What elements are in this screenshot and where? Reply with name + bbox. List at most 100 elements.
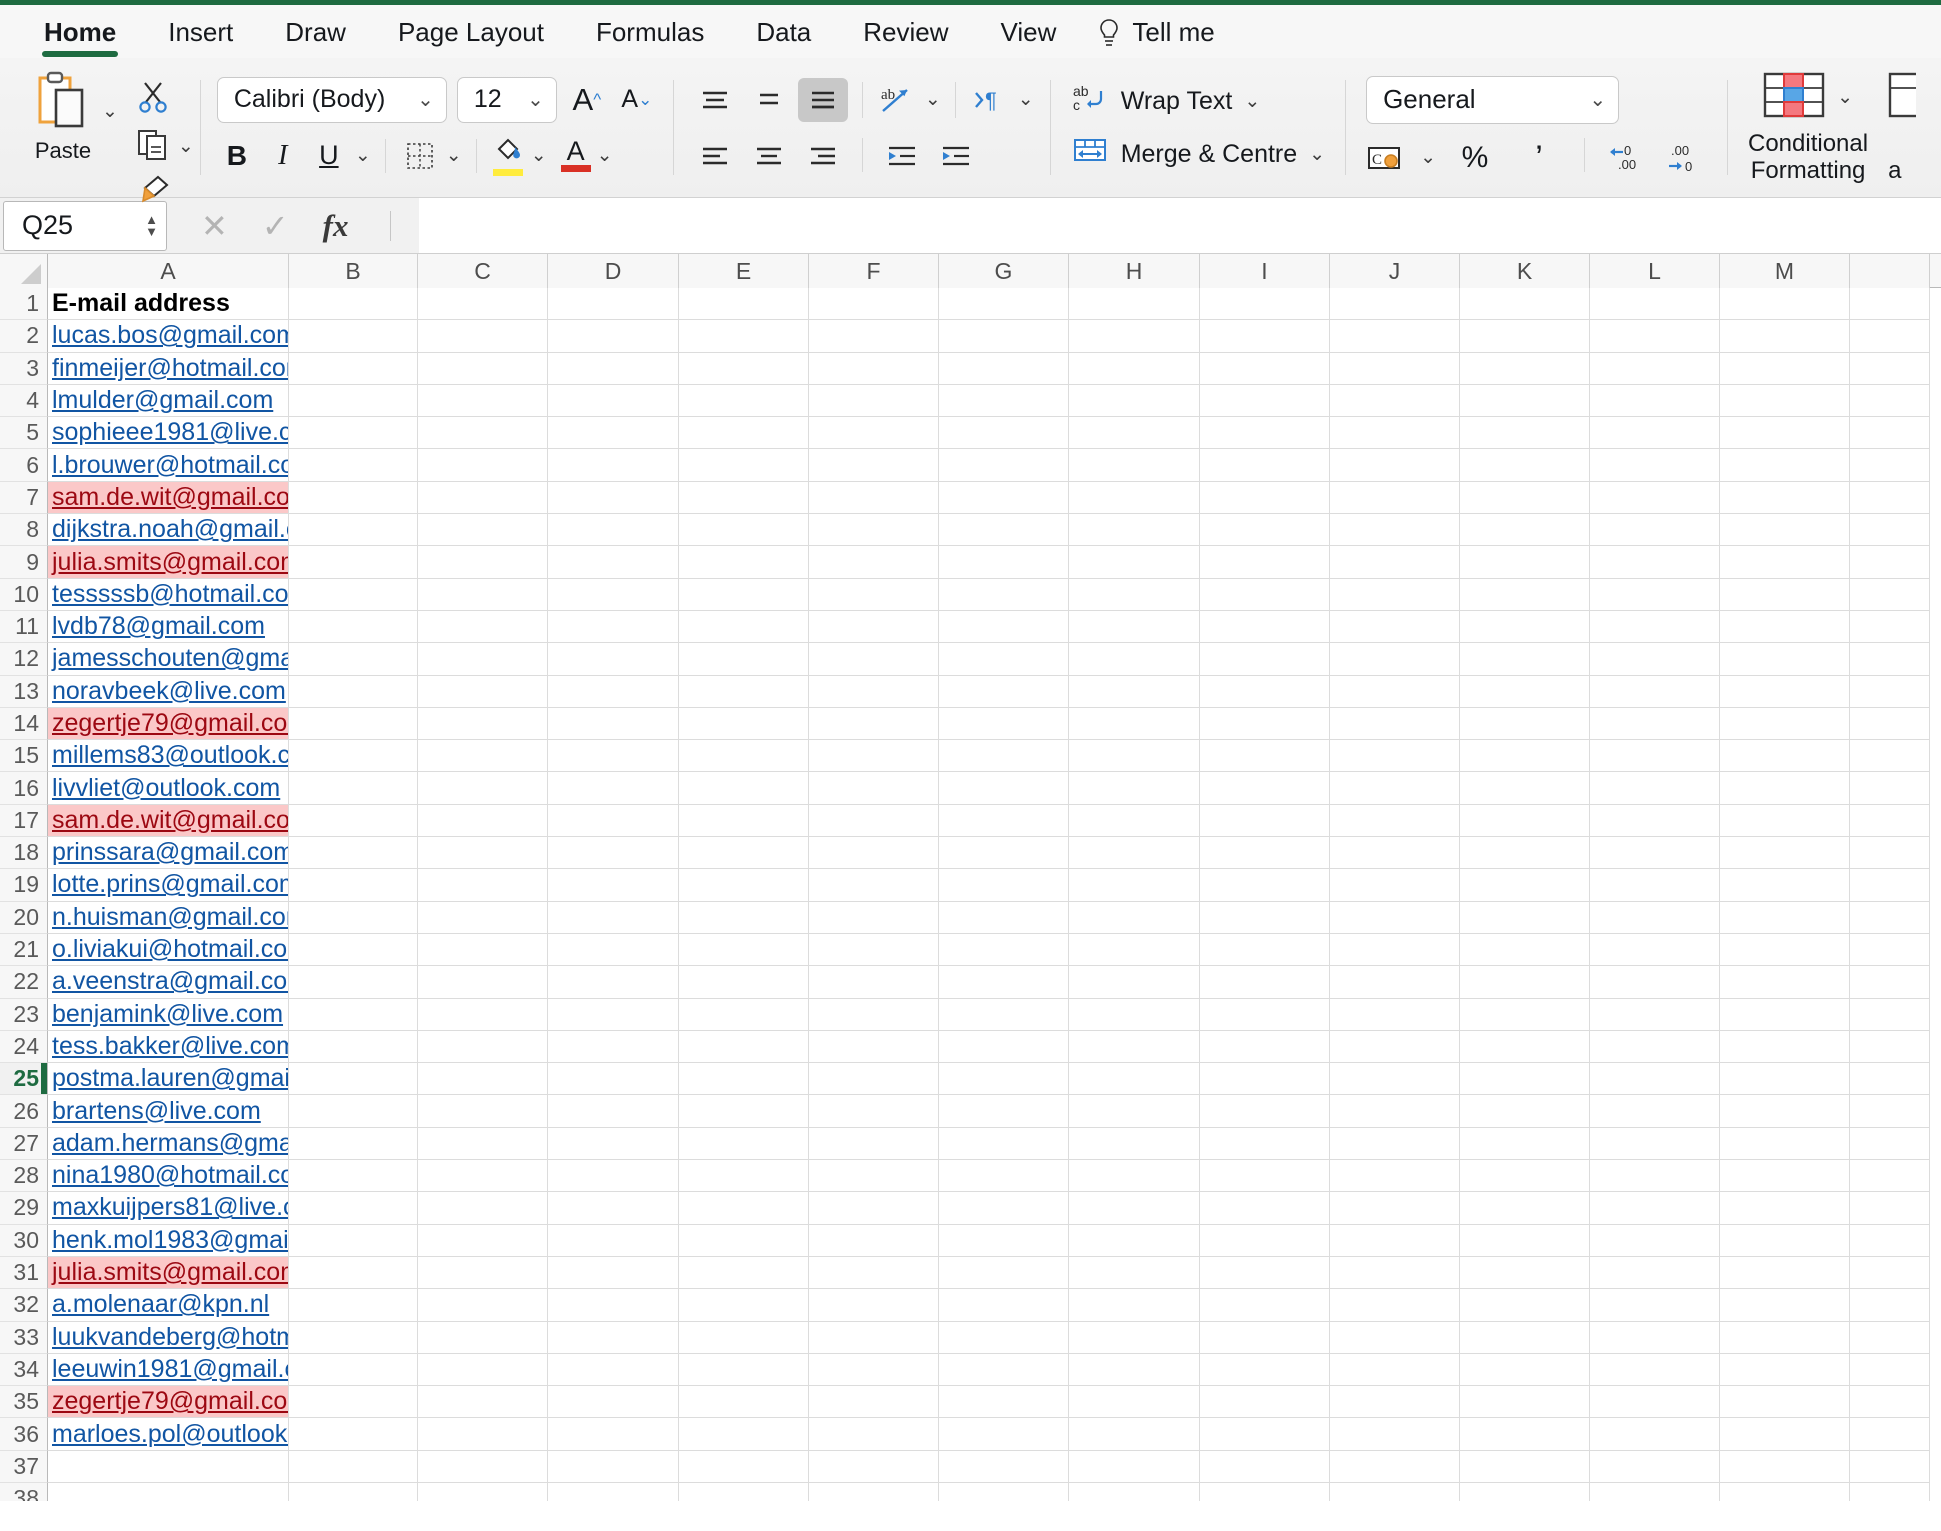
cell-K29[interactable] [1460,1192,1590,1225]
row-header-24[interactable]: 24 [0,1030,48,1064]
cell-I37[interactable] [1200,1450,1330,1483]
column-header-B[interactable]: B [289,254,418,288]
cell-G22[interactable] [939,966,1069,999]
ribbon-tab-insert[interactable]: Insert [142,17,259,58]
cell-A12[interactable]: jamesschouten@gmail.com [48,643,289,676]
cell-F26[interactable] [809,1095,939,1128]
cell-C26[interactable] [418,1095,548,1128]
cell-A23[interactable]: benjamink@live.com [48,998,289,1031]
cell-L35[interactable] [1590,1386,1720,1419]
cell-J1[interactable] [1330,288,1460,321]
row-header-12[interactable]: 12 [0,643,48,676]
cell-K8[interactable] [1460,514,1590,547]
cell-L4[interactable] [1590,384,1720,418]
cell-A33[interactable]: luukvandeberg@hotmail.com [48,1321,289,1354]
cell-J9[interactable] [1330,546,1460,579]
cell-B5[interactable] [289,417,418,450]
cell-K35[interactable] [1460,1386,1590,1419]
cell-L37[interactable] [1590,1450,1720,1483]
cell-A11[interactable]: lvdb78@gmail.com [48,610,289,644]
cell-H5[interactable] [1069,417,1200,450]
cell-C1[interactable] [418,288,548,321]
cell-M12[interactable] [1720,643,1850,676]
cell-x30[interactable] [1850,1224,1930,1257]
row-header-35[interactable]: 35 [0,1386,48,1419]
cell-L8[interactable] [1590,514,1720,547]
cell-A8[interactable]: dijkstra.noah@gmail.com [48,514,289,547]
cell-G20[interactable] [939,901,1069,934]
cell-L15[interactable] [1590,740,1720,773]
cell-G12[interactable] [939,643,1069,676]
cell-M2[interactable] [1720,320,1850,353]
cell-G28[interactable] [939,1160,1069,1193]
align-left-icon[interactable] [690,134,740,178]
cell-L24[interactable] [1590,1030,1720,1064]
cell-H36[interactable] [1069,1418,1200,1451]
cell-D26[interactable] [548,1095,679,1128]
cell-H9[interactable] [1069,546,1200,579]
increase-indent-icon[interactable] [931,134,981,178]
ribbon-tab-draw[interactable]: Draw [259,17,372,58]
cell-J30[interactable] [1330,1224,1460,1257]
cell-E18[interactable] [679,837,809,870]
cell-A16[interactable]: livvliet@outlook.com [48,772,289,805]
cell-H33[interactable] [1069,1321,1200,1354]
orientation-chevron-down-icon[interactable]: ⌄ [925,90,941,109]
cell-L12[interactable] [1590,643,1720,676]
underline-chevron-down-icon[interactable]: ⌄ [355,146,371,165]
cell-J17[interactable] [1330,804,1460,838]
cell-A20[interactable]: n.huisman@gmail.com [48,901,289,934]
cell-x24[interactable] [1850,1030,1930,1064]
select-all-corner[interactable] [0,254,48,288]
cell-L28[interactable] [1590,1160,1720,1193]
cell-G13[interactable] [939,675,1069,708]
cell-E26[interactable] [679,1095,809,1128]
cell-E27[interactable] [679,1127,809,1161]
cell-F33[interactable] [809,1321,939,1354]
cell-J20[interactable] [1330,901,1460,934]
cell-L9[interactable] [1590,546,1720,579]
cell-I20[interactable] [1200,901,1330,934]
cell-K25[interactable] [1460,1063,1590,1096]
cell-I31[interactable] [1200,1256,1330,1290]
column-header-H[interactable]: H [1069,254,1200,288]
cell-H24[interactable] [1069,1030,1200,1064]
cell-E20[interactable] [679,901,809,934]
cell-C15[interactable] [418,740,548,773]
cell-H16[interactable] [1069,772,1200,805]
row-header-38[interactable]: 38 [0,1482,48,1501]
cell-K7[interactable] [1460,481,1590,515]
ribbon-tab-data[interactable]: Data [730,17,837,58]
ribbon-tab-formulas[interactable]: Formulas [570,17,730,58]
cell-L27[interactable] [1590,1127,1720,1161]
cell-I27[interactable] [1200,1127,1330,1161]
cell-J18[interactable] [1330,837,1460,870]
cell-x37[interactable] [1850,1450,1930,1483]
row-header-15[interactable]: 15 [0,740,48,773]
cell-B34[interactable] [289,1353,418,1387]
cell-B18[interactable] [289,837,418,870]
cell-I35[interactable] [1200,1386,1330,1419]
cell-K17[interactable] [1460,804,1590,838]
cell-C35[interactable] [418,1386,548,1419]
cell-K1[interactable] [1460,288,1590,321]
borders-icon[interactable] [400,134,440,178]
cell-G38[interactable] [939,1482,1069,1501]
cell-H18[interactable] [1069,837,1200,870]
cell-I11[interactable] [1200,610,1330,644]
cell-F1[interactable] [809,288,939,321]
cell-I17[interactable] [1200,804,1330,838]
cell-C32[interactable] [418,1289,548,1322]
cell-B33[interactable] [289,1321,418,1354]
cell-I10[interactable] [1200,578,1330,611]
cell-K30[interactable] [1460,1224,1590,1257]
cell-B24[interactable] [289,1030,418,1064]
row-header-25[interactable]: 25 [0,1063,48,1096]
cell-B15[interactable] [289,740,418,773]
cell-L3[interactable] [1590,352,1720,385]
cell-D8[interactable] [548,514,679,547]
cell-x33[interactable] [1850,1321,1930,1354]
cell-M19[interactable] [1720,869,1850,902]
column-header-blank[interactable] [1850,254,1930,288]
merge-centre-button[interactable]: Merge & Centre ⌄ [1071,135,1325,174]
